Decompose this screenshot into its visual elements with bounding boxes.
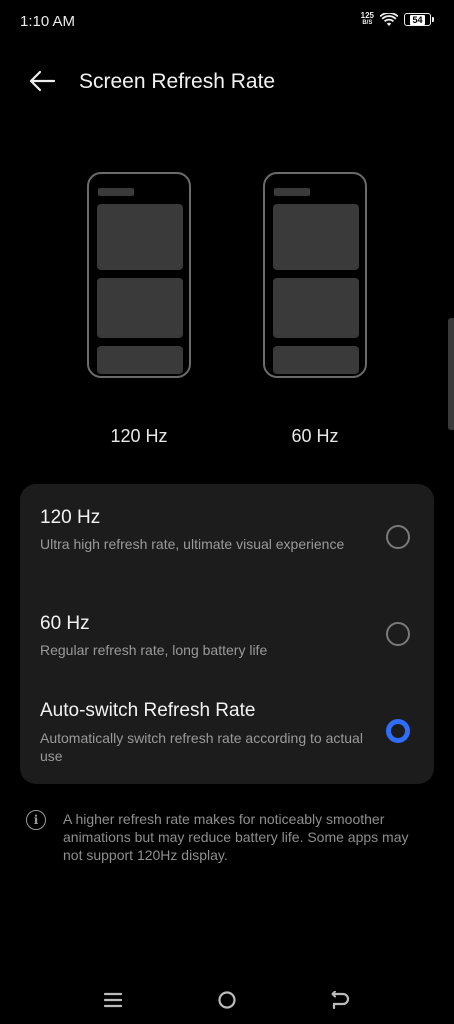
arrow-left-icon <box>29 70 56 92</box>
status-time: 1:10 AM <box>20 13 76 30</box>
back-button[interactable] <box>24 66 60 96</box>
option-description: Ultra high refresh rate, ultimate visual… <box>40 536 345 552</box>
info-icon: i <box>26 810 46 830</box>
navigation-bar <box>0 970 454 1024</box>
illustration-bar <box>274 188 310 196</box>
option-120hz[interactable]: 120 Hz Ultra high refresh rate, ultimate… <box>20 484 434 580</box>
scrollbar[interactable] <box>448 318 454 430</box>
illustration-bar <box>98 188 134 196</box>
illustration-block <box>273 346 359 374</box>
illustration-block <box>97 278 183 338</box>
option-60hz[interactable]: 60 Hz Regular refresh rate, long battery… <box>20 588 434 678</box>
header: Screen Refresh Rate <box>0 56 454 108</box>
page-title: Screen Refresh Rate <box>79 70 276 93</box>
recent-apps-button[interactable] <box>99 986 127 1014</box>
info-note: A higher refresh rate makes for noticeab… <box>63 811 409 863</box>
option-description: Automatically switch refresh rate accord… <box>40 730 363 764</box>
radio-120hz[interactable] <box>386 525 410 549</box>
option-title: Auto-switch Refresh Rate <box>40 700 256 721</box>
network-speed-value: 125 <box>360 11 374 20</box>
option-description: Regular refresh rate, long battery life <box>40 642 268 658</box>
option-title: 60 Hz <box>40 613 90 634</box>
battery-icon: 54 <box>404 13 431 26</box>
menu-icon <box>104 992 122 1008</box>
refresh-rate-options: 120 Hz Ultra high refresh rate, ultimate… <box>20 484 434 784</box>
illustration-block <box>273 278 359 338</box>
preview-caption-120hz: 120 Hz <box>110 426 168 446</box>
phone-illustration-60hz <box>263 172 367 378</box>
network-speed: 125 B/S <box>361 12 374 27</box>
battery-level: 54 <box>410 14 425 25</box>
phone-illustration-120hz <box>87 172 191 378</box>
home-icon <box>218 991 236 1009</box>
illustration-block <box>273 204 359 270</box>
illustration-block <box>97 346 183 374</box>
radio-60hz[interactable] <box>386 622 410 646</box>
illustration-block <box>97 204 183 270</box>
option-auto-switch[interactable]: Auto-switch Refresh Rate Automatically s… <box>20 684 434 784</box>
wifi-icon <box>380 12 398 26</box>
home-button[interactable] <box>213 986 241 1014</box>
back-nav-button[interactable] <box>326 986 354 1014</box>
network-speed-unit: B/S <box>362 20 373 26</box>
radio-auto-switch[interactable] <box>386 719 410 743</box>
status-icons: 125 B/S 54 <box>361 12 434 27</box>
preview-caption-60hz: 60 Hz <box>291 426 339 446</box>
battery-tip <box>432 17 434 22</box>
status-bar: 1:10 AM 125 B/S 54 <box>0 0 454 44</box>
back-icon <box>331 991 350 1009</box>
option-title: 120 Hz <box>40 507 101 528</box>
